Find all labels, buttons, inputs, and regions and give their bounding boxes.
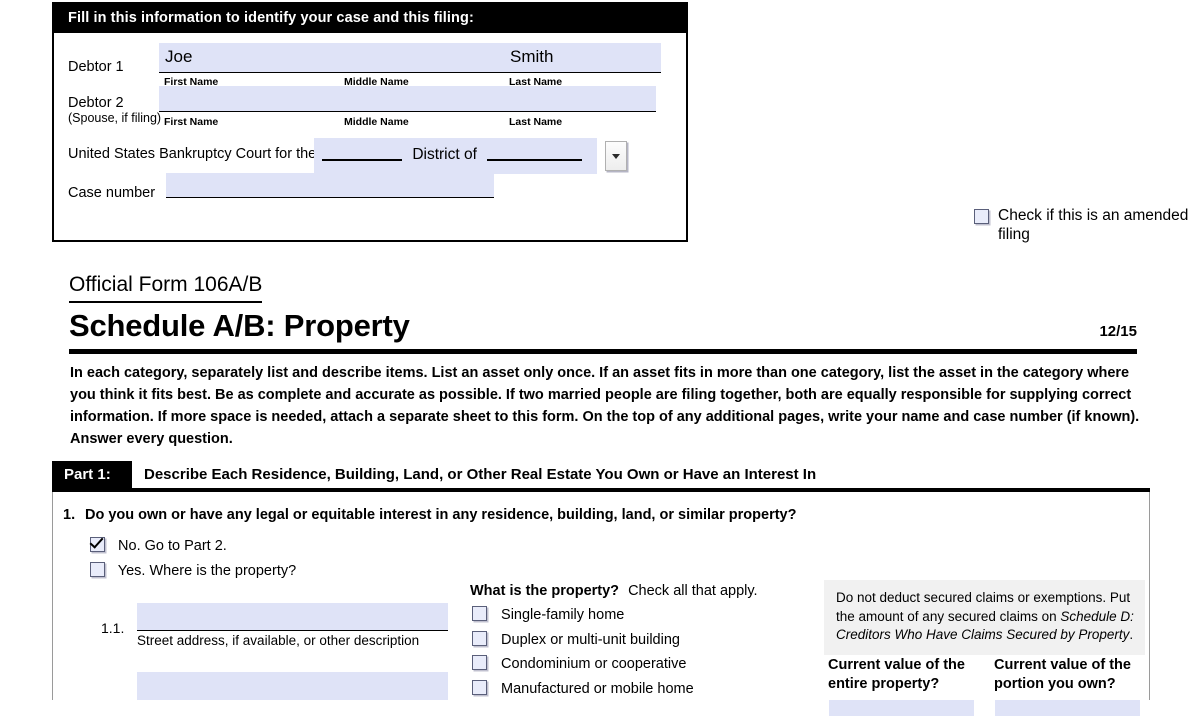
case-number-field[interactable] <box>166 173 494 198</box>
street-address-line2-field[interactable] <box>137 672 448 700</box>
question1-no-label: No. Go to Part 2. <box>118 538 227 554</box>
case-identification-body: Debtor 1 Joe Smith First Name Middle Nam… <box>54 33 686 207</box>
property-type-option[interactable]: Manufactured or mobile home <box>472 679 694 705</box>
value-entire-property-field[interactable] <box>829 700 974 716</box>
debtor1-name-field[interactable]: Joe Smith <box>159 43 661 73</box>
form-instructions: In each category, separately list and de… <box>70 365 1140 448</box>
property-type-label: Manufactured or mobile home <box>501 680 694 697</box>
court-district-blank[interactable] <box>322 159 402 161</box>
property-type-label: Duplex or multi-unit building <box>501 631 680 648</box>
part1-header-bar: Part 1: Describe Each Residence, Buildin… <box>52 461 1150 488</box>
case-number-label: Case number <box>68 185 156 201</box>
part1-content: 1. Do you own or have any legal or equit… <box>52 492 1150 716</box>
case-identification-box: Fill in this information to identify you… <box>52 2 688 242</box>
property-type-label: Single-family home <box>501 607 625 623</box>
value-portion-owned-heading: Current value of the portion you own? <box>994 657 1131 692</box>
debtor1-last-value: Smith <box>510 47 554 66</box>
question1-option-yes[interactable]: Yes. Where is the property? <box>90 562 296 579</box>
amended-filing-label: Check if this is an amended filing <box>998 207 1189 244</box>
property-type-checkbox[interactable] <box>472 630 487 646</box>
question1-yes-checkbox[interactable] <box>90 562 105 577</box>
form-revision-date: 12/15 <box>1099 323 1137 340</box>
property-type-checkbox[interactable] <box>472 679 487 695</box>
debtor2-middle-value <box>352 86 358 88</box>
debtor2-sublabel: (Spouse, if filing) <box>68 111 162 125</box>
official-form-number: Official Form 106A/B <box>69 272 263 304</box>
amended-filing-checkbox[interactable] <box>974 209 989 224</box>
court-district-inline: District of <box>322 146 583 164</box>
debtor2-first-value <box>159 86 165 88</box>
court-district-of-text: District of <box>412 146 477 163</box>
debtor1-label: Debtor 1 <box>68 59 124 75</box>
part1-tag: Part 1: <box>52 461 132 488</box>
property-type-option[interactable]: Condominium or cooperative <box>472 655 694 680</box>
property-type-checkbox[interactable] <box>472 655 487 670</box>
property-type-option[interactable]: Single-family home <box>472 606 694 631</box>
case-identification-header: Fill in this information to identify you… <box>54 4 686 33</box>
property-type-checkbox[interactable] <box>472 606 487 621</box>
street-address-value <box>137 603 143 624</box>
property-type-question: What is the property? Check all that app… <box>470 583 758 599</box>
property-type-question-bold: What is the property? <box>470 583 620 599</box>
question1-text: Do you own or have any legal or equitabl… <box>85 507 797 523</box>
street-address-line2-value <box>137 672 143 693</box>
value-entire-property-heading: Current value of the entire property? <box>828 657 965 692</box>
question1-number: 1. <box>63 507 76 523</box>
court-district-field[interactable]: District of <box>314 138 597 174</box>
form-page: Fill in this information to identify you… <box>0 0 1200 716</box>
debtor2-label: Debtor 2 <box>68 95 124 111</box>
value-portion-owned-field[interactable] <box>995 700 1140 716</box>
title-divider <box>69 349 1137 354</box>
debtor2-middle-caption: Middle Name <box>344 116 409 128</box>
debtor1-middle-value <box>352 43 358 45</box>
debtor1-first-value: Joe <box>165 47 193 66</box>
question1-no-checkbox[interactable] <box>90 537 105 552</box>
question1-yes-label: Yes. Where is the property? <box>117 563 297 579</box>
property-type-list: Single-family home Duplex or multi-unit … <box>472 606 694 704</box>
chevron-down-icon <box>612 154 620 159</box>
debtor2-last-value <box>504 86 510 88</box>
debtor2-name-field[interactable] <box>159 86 656 112</box>
debtor2-last-caption: Last Name <box>509 116 563 128</box>
court-label: United States Bankruptcy Court for the: <box>68 146 321 162</box>
street-address-caption: Street address, if available, or other d… <box>137 633 420 648</box>
amended-filing-block[interactable]: Check if this is an amended filing <box>974 206 1189 245</box>
question1-option-no[interactable]: No. Go to Part 2. <box>90 537 227 554</box>
item-1-1-number: 1.1. <box>101 620 125 636</box>
debtor2-first-caption: First Name <box>164 116 219 128</box>
secured-claims-note: Do not deduct secured claims or exemptio… <box>824 580 1145 655</box>
part1-title: Describe Each Residence, Building, Land,… <box>144 466 817 483</box>
street-address-field[interactable] <box>137 603 448 631</box>
property-type-option[interactable]: Duplex or multi-unit building <box>472 630 694 656</box>
court-dropdown-button[interactable] <box>605 141 627 171</box>
secured-claims-note-end: . <box>1129 627 1134 643</box>
property-type-label: Condominium or cooperative <box>501 656 687 672</box>
court-state-blank[interactable] <box>487 159 583 161</box>
case-number-value <box>166 173 172 194</box>
property-type-question-hint: Check all that apply. <box>628 583 758 599</box>
page-title: Schedule A/B: Property <box>69 308 410 343</box>
